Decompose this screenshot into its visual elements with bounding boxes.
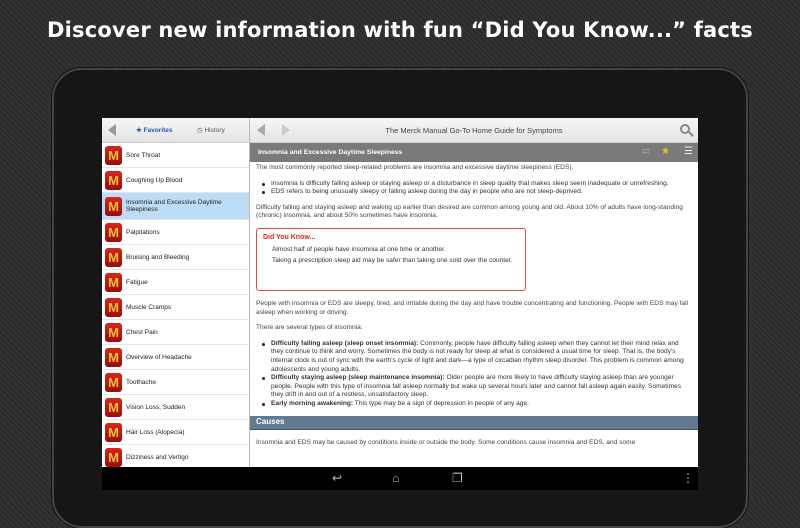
- sidebar-item[interactable]: M Insomnia and Excessive Daytime Sleepine…: [102, 193, 249, 220]
- merck-logo-icon: M: [105, 322, 122, 342]
- definition-list: Insomnia is difficulty falling asleep or…: [262, 180, 692, 197]
- sidebar-item[interactable]: M Overview of Headache: [102, 345, 249, 370]
- merck-logo-icon: M: [105, 372, 122, 392]
- menu-overflow-icon[interactable]: ⋮: [682, 471, 694, 485]
- fact: Almost half of people have insomnia at o…: [272, 245, 446, 253]
- merck-logo-icon: M: [105, 247, 122, 267]
- tab-history[interactable]: ◷ History: [197, 126, 225, 134]
- article-title-bar: Insomnia and Excessive Daytime Sleepines…: [250, 143, 698, 162]
- list-item: Early morning awakening: This type may b…: [262, 400, 692, 409]
- did-you-know-box: Did You Know... Almost half of people ha…: [256, 227, 526, 291]
- sidebar-item-label: Hair Loss (Alopecia): [126, 428, 185, 436]
- sidebar-item-label: Palpitations: [126, 228, 160, 236]
- merck-logo-icon: M: [105, 397, 122, 417]
- article-title: Insomnia and Excessive Daytime Sleepines…: [258, 149, 403, 156]
- types-list: Difficulty falling asleep (sleep onset i…: [262, 340, 692, 409]
- sidebar: ★ Favorites ◷ History M Sore Throat M Cough…: [102, 118, 250, 470]
- merck-logo-icon: M: [105, 422, 122, 442]
- sidebar-item-label: Dizziness and Vertigo: [126, 453, 189, 461]
- merck-logo-icon: M: [105, 170, 122, 190]
- sidebar-item-label: Bruising and Bleeding: [126, 253, 190, 261]
- sidebar-item-label: Chest Pain: [126, 328, 158, 336]
- back-icon[interactable]: [108, 124, 116, 136]
- sidebar-item[interactable]: M Hair Loss (Alopecia): [102, 420, 249, 445]
- merck-logo-icon: M: [105, 196, 122, 216]
- sidebar-item-label: Coughing Up Blood: [126, 176, 183, 184]
- screen: ★ Favorites ◷ History M Sore Throat M Cough…: [102, 118, 698, 490]
- sidebar-item[interactable]: M Chest Pain: [102, 320, 249, 345]
- star-icon: ★: [136, 127, 142, 134]
- sidebar-item-label: Muscle Cramps: [126, 303, 172, 311]
- app-title: The Merck Manual Go-To Home Guide for Sy…: [385, 126, 563, 135]
- sidebar-item[interactable]: M Fatigue: [102, 270, 249, 295]
- merck-logo-icon: M: [105, 447, 122, 467]
- sidebar-item-label: Fatigue: [126, 278, 148, 286]
- sidebar-item-label: Vision Loss, Sudden: [126, 403, 186, 411]
- list-item: Difficulty falling asleep (sleep onset i…: [262, 340, 692, 374]
- sidebar-item[interactable]: M Muscle Cramps: [102, 295, 249, 320]
- toolbar: The Merck Manual Go-To Home Guide for Sy…: [250, 118, 698, 143]
- paragraph: People with insomnia or EDS are sleepy, …: [256, 299, 689, 316]
- section-header-causes: Causes: [250, 415, 698, 430]
- share-icon[interactable]: ⇄: [642, 146, 650, 157]
- sidebar-item[interactable]: M Palpitations: [102, 220, 249, 245]
- clock-icon: ◷: [197, 127, 203, 134]
- tab-favorites[interactable]: ★ Favorites: [136, 126, 173, 134]
- paragraph: Insomnia and EDS may be caused by condit…: [256, 438, 636, 446]
- sidebar-item-label: Sore Throat: [126, 151, 161, 159]
- main-panel: The Merck Manual Go-To Home Guide for Sy…: [250, 118, 698, 467]
- system-nav-bar: ↩ ⌂ ❐ ⋮: [102, 467, 698, 490]
- list-item: Insomnia is difficulty falling asleep or…: [262, 180, 692, 189]
- article-content: The most commonly reported sleep-related…: [250, 162, 698, 467]
- paragraph: There are several types of insomnia:: [256, 324, 363, 332]
- list-item: EDS refers to being unusually sleepy or …: [262, 188, 692, 197]
- recents-nav-icon[interactable]: ❐: [452, 471, 463, 485]
- sidebar-item[interactable]: M Vision Loss, Sudden: [102, 395, 249, 420]
- fact: Taking a prescription sleep aid may be s…: [272, 257, 513, 265]
- paragraph: Difficulty falling and staying asleep an…: [256, 203, 683, 220]
- merck-logo-icon: M: [105, 347, 122, 367]
- star-icon[interactable]: ★: [661, 146, 670, 157]
- sidebar-item[interactable]: M Coughing Up Blood: [102, 168, 249, 193]
- sidebar-item-label: Toothache: [126, 378, 156, 386]
- favorites-list: M Sore Throat M Coughing Up Blood M Insomnia …: [102, 143, 249, 470]
- sidebar-item[interactable]: M Sore Throat: [102, 143, 249, 168]
- sort-list-icon[interactable]: ☰: [684, 146, 693, 157]
- intro-paragraph: The most commonly reported sleep-related…: [256, 164, 574, 171]
- sidebar-item[interactable]: M Toothache: [102, 370, 249, 395]
- merck-logo-icon: M: [105, 222, 122, 242]
- sidebar-item-label: Insomnia and Excessive Daytime Sleepines…: [126, 199, 222, 213]
- promo-headline: Discover new information with fun “Did Y…: [47, 18, 753, 42]
- did-you-know-title: Did You Know...: [263, 233, 316, 241]
- merck-logo-icon: M: [105, 297, 122, 317]
- search-icon[interactable]: [680, 124, 690, 134]
- sidebar-item[interactable]: M Bruising and Bleeding: [102, 245, 249, 270]
- sidebar-item-label: Overview of Headache: [126, 353, 192, 361]
- home-nav-icon[interactable]: ⌂: [392, 471, 399, 485]
- back-nav-icon[interactable]: ↩: [332, 471, 342, 485]
- sidebar-header: ★ Favorites ◷ History: [102, 118, 249, 143]
- merck-logo-icon: M: [105, 272, 122, 292]
- list-item: Difficulty staying asleep (sleep mainten…: [262, 374, 692, 400]
- merck-logo-icon: M: [105, 145, 122, 165]
